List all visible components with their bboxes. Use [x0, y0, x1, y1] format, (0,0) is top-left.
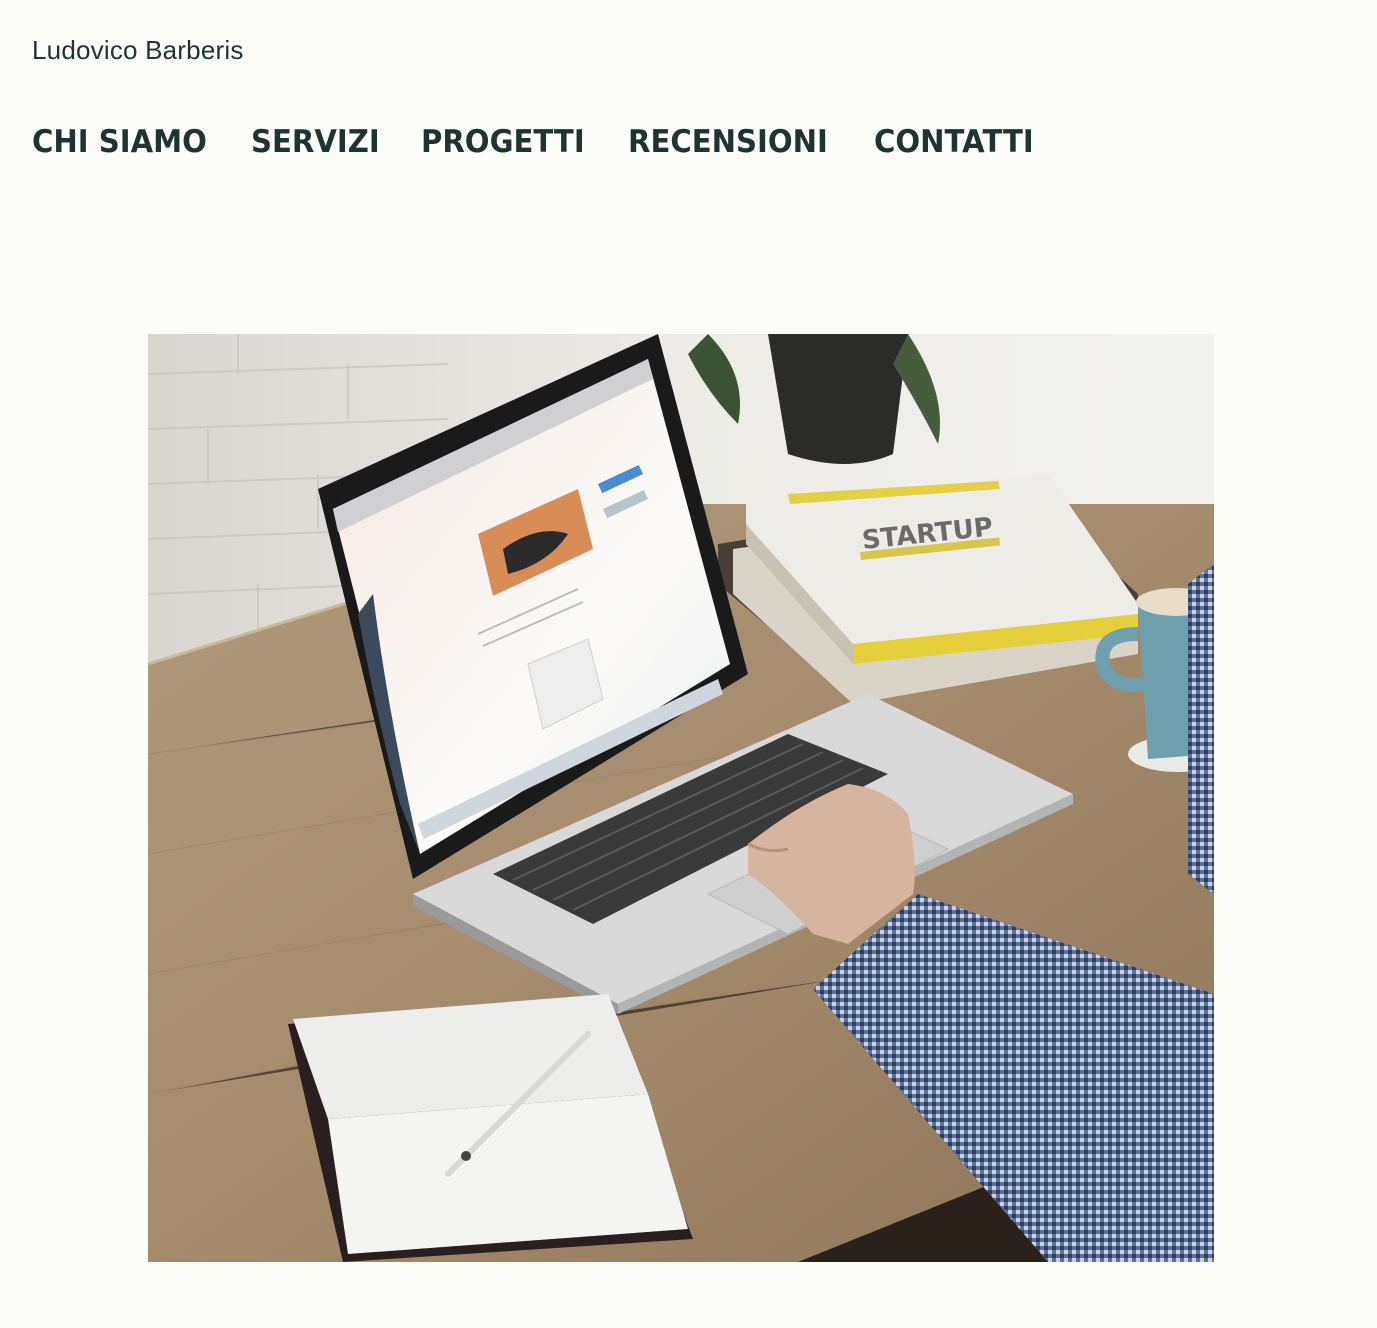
nav-item-progetti[interactable]: PROGETTI [421, 124, 585, 160]
site-title[interactable]: Ludovico Barberis [32, 35, 244, 66]
nav-item-servizi[interactable]: SERVIZI [251, 124, 380, 160]
nav-item-chi-siamo[interactable]: CHI SIAMO [32, 124, 207, 160]
main-nav: CHI SIAMO SERVIZI PROGETTI RECENSIONI CO… [32, 124, 1044, 160]
nav-item-contatti[interactable]: CONTATTI [874, 124, 1034, 160]
hero-image: STARTUP [148, 334, 1214, 1262]
hero-photo-illustration: STARTUP [148, 334, 1214, 1262]
nav-item-recensioni[interactable]: RECENSIONI [628, 124, 828, 160]
